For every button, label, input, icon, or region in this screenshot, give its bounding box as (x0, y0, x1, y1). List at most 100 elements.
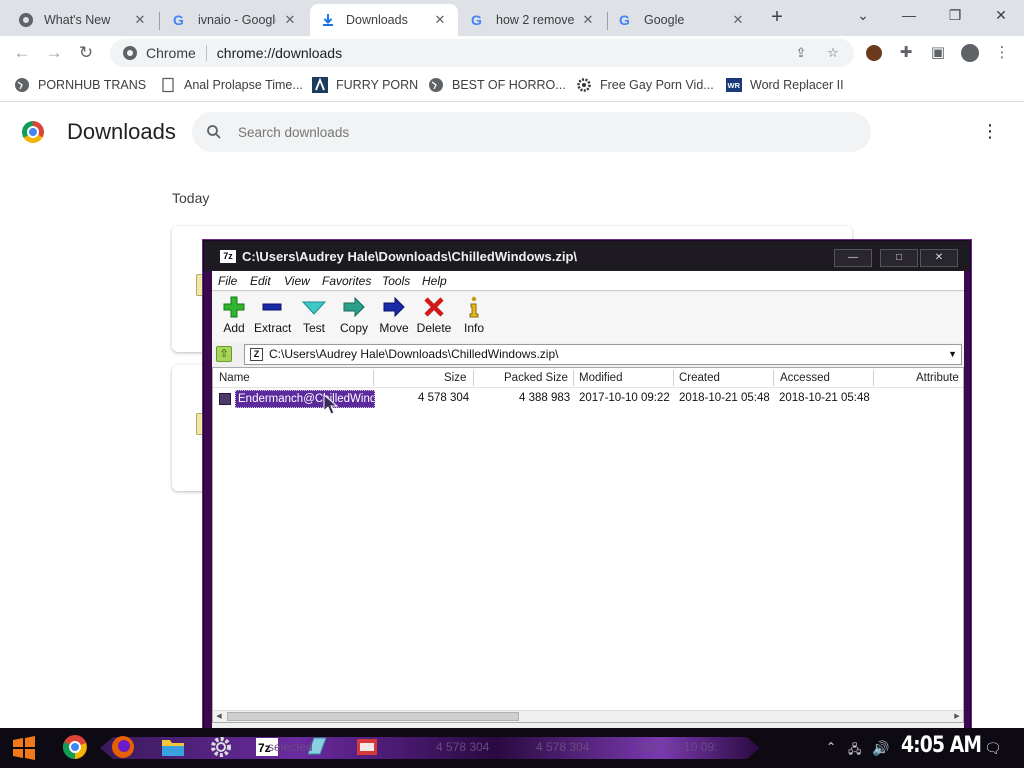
add-button[interactable]: Add (214, 296, 254, 335)
tab-ivnaio[interactable]: G ivnaio - Google ✕ (162, 4, 308, 36)
test-button[interactable]: Test (294, 296, 334, 335)
globe-icon (15, 78, 29, 92)
tab-how-2-remove[interactable]: G how 2 remove ✕ (460, 4, 606, 36)
menu-view[interactable]: View (284, 274, 310, 288)
reflection-text: 4 578 304 (436, 740, 490, 754)
tab-separator (159, 12, 160, 30)
scroll-left-icon[interactable]: ◀ (213, 711, 225, 722)
file-name[interactable]: Endermanch@ChilledWind... (235, 390, 375, 408)
reload-button[interactable]: ↻ (74, 41, 98, 65)
address-bar[interactable]: Chrome chrome://downloads ⇪ ☆ (110, 39, 854, 67)
menu-tools[interactable]: Tools (382, 274, 410, 288)
copy-button[interactable]: Copy (334, 296, 374, 335)
minimize-button[interactable]: — (886, 4, 932, 28)
scroll-thumb[interactable] (227, 712, 519, 721)
search-input[interactable] (238, 124, 838, 140)
extract-button[interactable]: Extract (254, 296, 291, 335)
tab-whats-new[interactable]: What's New ✕ (8, 4, 158, 36)
path-bar: ⇧ Z C:\Users\Audrey Hale\Downloads\Chill… (212, 343, 964, 365)
bookmark-item[interactable]: Anal Prolapse Time... (160, 77, 303, 93)
close-icon[interactable]: ✕ (580, 12, 596, 28)
network-icon[interactable]: 🖧 (848, 740, 861, 761)
close-icon[interactable]: ✕ (730, 12, 746, 28)
maximize-button[interactable]: □ (880, 249, 918, 267)
file-modified: 2017-10-10 09:22 (579, 392, 670, 404)
mouse-cursor-icon (323, 394, 339, 415)
horizontal-scrollbar[interactable]: ◀ ▶ (213, 710, 963, 722)
info-icon (469, 296, 479, 318)
bookmark-item[interactable]: BEST OF HORRO... (428, 77, 566, 93)
taskbar-firefox[interactable] (110, 734, 138, 762)
bookmark-label: Anal Prolapse Time... (184, 78, 303, 92)
folder-up-icon[interactable]: ⇧ (216, 346, 232, 362)
show-hidden-icons-icon[interactable]: ⌃ (826, 740, 836, 754)
side-panel-icon[interactable]: ▣ (926, 41, 950, 65)
column-created[interactable]: Created (679, 372, 720, 384)
bookmark-item[interactable]: FURRY PORN (312, 77, 418, 93)
taskbar-file-explorer[interactable] (160, 734, 188, 762)
file-list: Name Size Packed Size Modified Created A… (212, 367, 964, 723)
menu-bar: File Edit View Favorites Tools Help (212, 271, 964, 291)
close-icon[interactable]: ✕ (132, 12, 148, 28)
column-modified[interactable]: Modified (579, 372, 622, 384)
chrome-icon (123, 46, 137, 60)
svg-text:G: G (173, 12, 184, 28)
column-attributes[interactable]: Attribute (916, 372, 959, 384)
sevenzip-body: File Edit View Favorites Tools Help Add … (212, 271, 964, 729)
menu-file[interactable]: File (218, 274, 237, 288)
date-section-label: Today (172, 190, 210, 206)
move-button[interactable]: Move (374, 296, 414, 335)
taskbar-chrome[interactable] (62, 734, 90, 762)
account-icon[interactable] (958, 41, 982, 65)
bookmark-item[interactable]: Free Gay Porn Vid... (576, 77, 714, 93)
taskbar-clock[interactable]: 4:05 AM (901, 733, 982, 758)
search-box[interactable] (192, 112, 871, 152)
volume-icon[interactable]: 🔊 (872, 740, 889, 757)
bookmark-star-icon[interactable]: ☆ (822, 39, 844, 67)
close-window-button[interactable]: ✕ (978, 4, 1024, 28)
profile-avatar[interactable] (862, 41, 886, 65)
close-button[interactable]: ✕ (920, 249, 958, 267)
chrome-menu-icon[interactable]: ⋮ (990, 41, 1014, 65)
minimize-button[interactable]: — (834, 249, 872, 267)
folder-icon (162, 740, 184, 756)
info-button[interactable]: Info (454, 296, 494, 335)
restore-button[interactable]: ❐ (932, 4, 978, 28)
bookmark-item[interactable]: PORNHUB TRANS (14, 77, 146, 93)
close-icon[interactable]: ✕ (432, 12, 448, 28)
tab-google[interactable]: G Google ✕ (608, 4, 756, 36)
forward-button[interactable]: → (42, 41, 66, 65)
more-actions-icon[interactable]: ⋮ (980, 121, 1000, 145)
tab-downloads[interactable]: Downloads ✕ (310, 4, 458, 36)
tab-search-button[interactable]: ⌄ (840, 4, 886, 28)
taskbar-settings[interactable] (208, 734, 236, 762)
column-accessed[interactable]: Accessed (780, 372, 830, 384)
column-size[interactable]: Size (444, 372, 466, 384)
chevron-down-icon[interactable]: ▼ (948, 345, 957, 364)
menu-favorites[interactable]: Favorites (322, 274, 371, 288)
bookmark-label: BEST OF HORRO... (452, 78, 566, 92)
delete-button[interactable]: Delete (414, 296, 454, 335)
path-input[interactable]: Z C:\Users\Audrey Hale\Downloads\Chilled… (244, 344, 962, 365)
back-button[interactable]: ← (10, 41, 34, 65)
notifications-icon[interactable]: 🗨 (984, 740, 1002, 757)
google-icon: G (173, 12, 184, 28)
toolbar: Add Extract Test Copy Move Delete Info (212, 292, 964, 342)
chrome-icon (19, 13, 33, 27)
start-button[interactable] (10, 734, 38, 762)
copy-arrow-icon (343, 296, 365, 318)
move-label: Move (379, 321, 409, 335)
bookmark-item[interactable]: WR Word Replacer II (726, 77, 844, 93)
scroll-right-icon[interactable]: ▶ (951, 711, 963, 722)
page-title: Downloads (67, 119, 176, 144)
share-icon[interactable]: ⇪ (790, 39, 812, 67)
new-tab-button[interactable]: + (766, 7, 788, 29)
extensions-icon[interactable]: ✚ (894, 41, 918, 65)
firefox-icon (112, 736, 134, 758)
menu-edit[interactable]: Edit (250, 274, 271, 288)
close-icon[interactable]: ✕ (282, 12, 298, 28)
column-name[interactable]: Name (219, 372, 250, 384)
menu-help[interactable]: Help (422, 274, 447, 288)
column-packed-size[interactable]: Packed Size (504, 372, 568, 384)
taskbar-app-red[interactable] (354, 734, 382, 762)
